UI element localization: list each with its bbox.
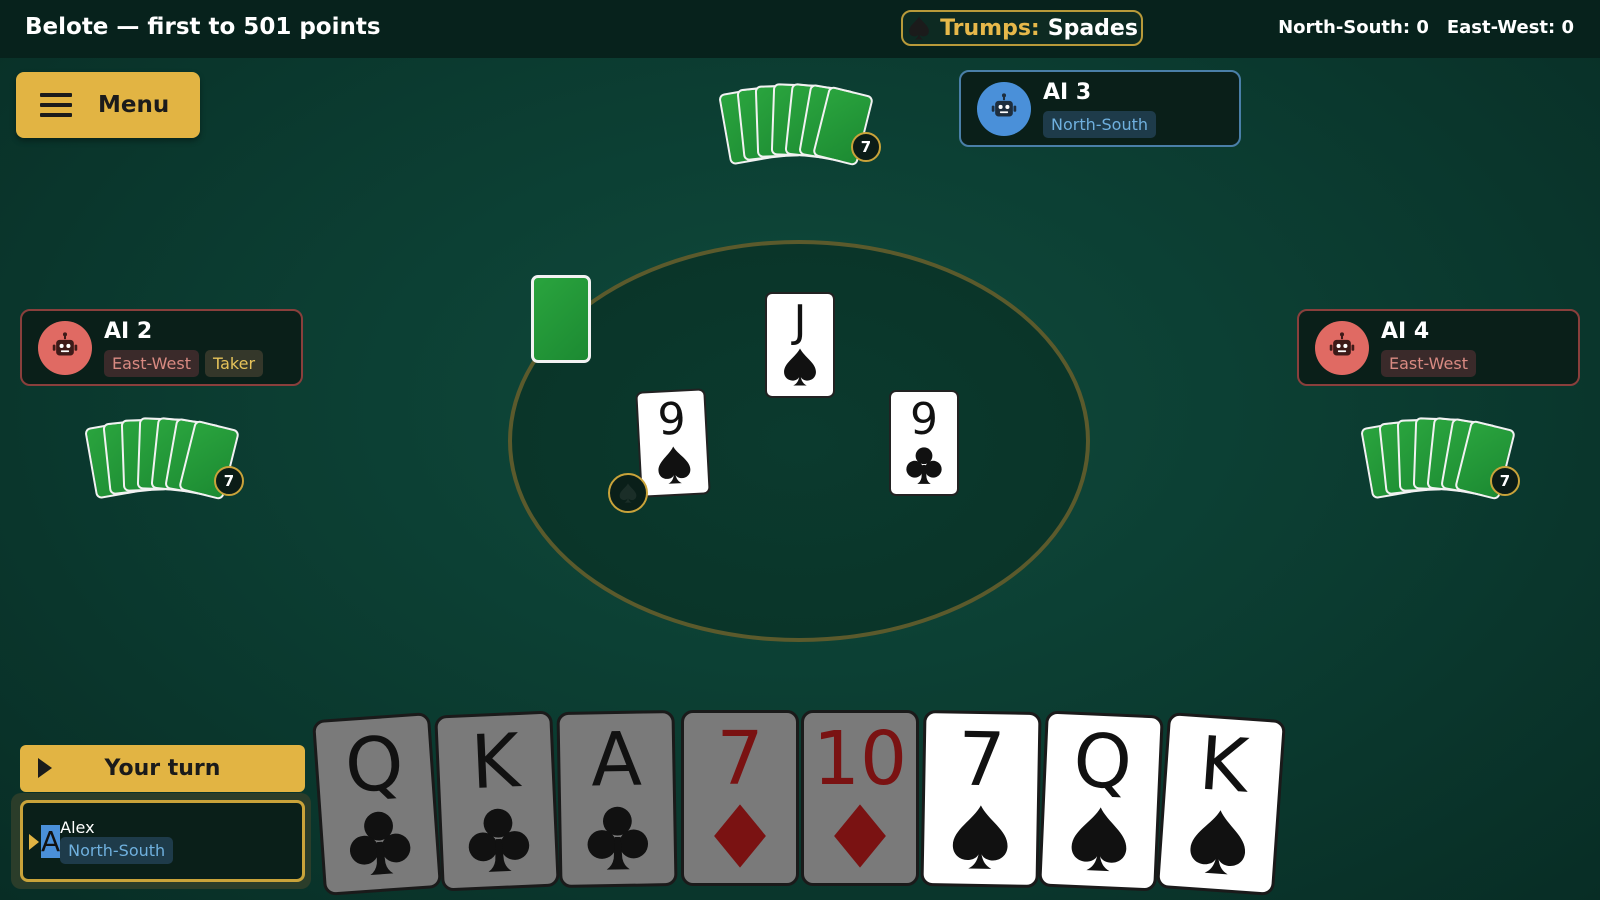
club-icon	[581, 797, 654, 876]
west-hand: 7	[84, 416, 250, 508]
card-rank: Q	[342, 720, 407, 811]
east-hand: 7	[1360, 416, 1526, 508]
game-title: Belote — first to 501 points	[25, 14, 381, 40]
card-rank: 7	[957, 716, 1006, 804]
card-rank: J	[793, 296, 807, 347]
card-rank: 9	[656, 393, 688, 446]
avatar-east	[1315, 320, 1369, 375]
diamond-icon	[704, 797, 776, 875]
card-rank: 9	[910, 394, 938, 445]
hand-card-10-diamonds[interactable]: 10	[801, 710, 919, 886]
player-name-west: AI 2	[104, 318, 153, 344]
card-rank: 7	[716, 716, 764, 802]
player-panel-north: AI 3 North-South	[959, 70, 1241, 147]
avatar-letter: A	[41, 824, 61, 858]
spade-icon	[617, 482, 639, 504]
hand-card-7-spades[interactable]: 7	[920, 709, 1042, 889]
lead-marker	[608, 473, 648, 513]
team-badge-north: North-South	[1043, 110, 1157, 138]
scoreboard: North-South: 0 East-West: 0	[1278, 17, 1574, 38]
taker-badge: Taker	[204, 349, 264, 377]
card-count-west: 7	[214, 466, 244, 496]
avatar-west	[38, 320, 92, 375]
diamond-icon	[824, 797, 896, 875]
robot-icon	[987, 92, 1021, 126]
top-bar: Belote — first to 501 points Trumps: Spa…	[0, 0, 1600, 58]
hand-card-k-clubs[interactable]: K	[434, 710, 560, 892]
spade-icon	[777, 346, 823, 388]
spade-icon	[944, 797, 1017, 876]
trick-card-west: 9	[635, 388, 711, 498]
player-panel-south: A Alex North-South	[20, 800, 305, 882]
avatar-south: A	[41, 824, 61, 858]
player-panel-east: AI 4 East-West	[1297, 309, 1580, 386]
club-icon	[901, 444, 947, 486]
score-north-south: North-South: 0	[1278, 17, 1429, 38]
avatar-north	[977, 81, 1031, 136]
trumps-indicator: Trumps: Spades	[901, 10, 1143, 46]
your-turn-indicator: Your turn	[20, 745, 305, 792]
card-rank: Q	[1071, 717, 1134, 807]
hand-card-q-clubs[interactable]: Q	[312, 712, 442, 896]
draw-pile	[531, 275, 591, 363]
spade-icon	[650, 443, 698, 487]
trick-card-north: J	[765, 292, 835, 398]
card-rank: 10	[812, 716, 908, 802]
hand-card-7-diamonds[interactable]: 7	[681, 710, 799, 886]
trumps-label: Trumps:	[940, 15, 1040, 41]
player-name-north: AI 3	[1043, 79, 1092, 105]
card-count-north: 7	[851, 132, 881, 162]
card-rank: K	[1196, 720, 1251, 810]
hand-card-q-spades[interactable]: Q	[1038, 710, 1164, 892]
spade-icon	[1180, 800, 1257, 883]
player-name-south: Alex	[60, 818, 95, 837]
hamburger-icon	[40, 93, 72, 117]
north-hand: 7	[718, 82, 884, 174]
menu-label: Menu	[98, 92, 170, 118]
trick-card-east: 9	[889, 390, 959, 496]
spade-icon	[1062, 798, 1137, 879]
player-panel-west: AI 2 East-West Taker	[20, 309, 303, 386]
robot-icon	[1325, 331, 1359, 365]
team-badge-west: East-West	[104, 349, 199, 377]
hand-card-a-clubs[interactable]: A	[556, 709, 678, 889]
spade-icon	[906, 15, 932, 41]
active-player-arrow-icon	[29, 834, 39, 850]
player-name-east: AI 4	[1381, 318, 1430, 344]
robot-icon	[48, 331, 82, 365]
play-icon	[38, 758, 52, 778]
turn-label: Your turn	[104, 756, 221, 781]
card-count-east: 7	[1490, 466, 1520, 496]
card-rank: K	[469, 718, 522, 807]
hand-card-k-spades[interactable]: K	[1156, 712, 1286, 896]
score-east-west: East-West: 0	[1446, 17, 1574, 38]
trumps-value: Spades	[1047, 15, 1138, 41]
team-badge-south: North-South	[60, 837, 174, 864]
club-icon	[461, 798, 536, 879]
menu-button[interactable]: Menu	[16, 72, 200, 138]
card-rank: A	[590, 716, 643, 804]
club-icon	[341, 800, 418, 883]
team-badge-east: East-West	[1381, 349, 1476, 377]
